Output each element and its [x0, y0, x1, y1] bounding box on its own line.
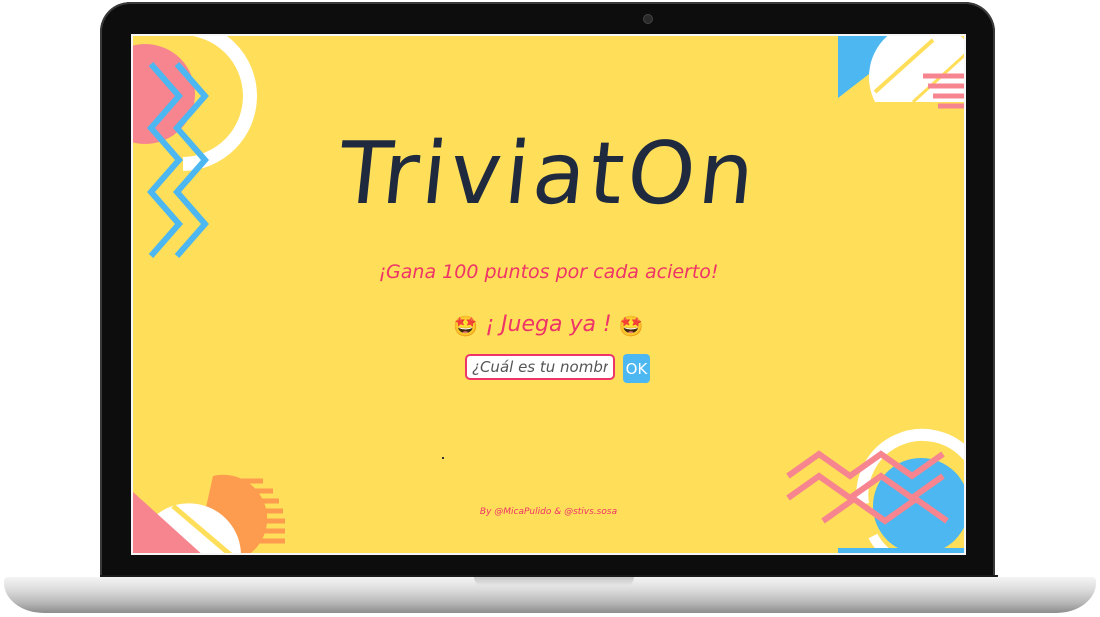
bottom-right-decoration: [786, 428, 964, 553]
play-call-to-action: 🤩 ¡ Juega ya ! 🤩: [133, 312, 964, 338]
top-right-decoration: [838, 36, 964, 109]
name-input[interactable]: [465, 354, 615, 380]
ok-button[interactable]: OK: [623, 354, 650, 383]
background-decorations: [133, 36, 964, 553]
name-form: OK: [465, 354, 650, 384]
credits: By @MicaPulido & @stivs.sosa: [479, 507, 618, 517]
app-screen: TriviatOn ¡Gana 100 puntos por cada acie…: [131, 34, 966, 555]
camera-icon: [644, 15, 652, 23]
laptop-base: [4, 577, 1096, 613]
tagline: ¡Gana 100 puntos por cada acierto!: [378, 261, 719, 283]
play-text: ¡ Juega ya !: [485, 312, 612, 337]
star-eyes-emoji-icon: 🤩: [453, 314, 479, 338]
stray-dot: [442, 457, 444, 459]
star-eyes-emoji-icon: 🤩: [618, 314, 644, 338]
laptop-notch: [474, 577, 634, 586]
app-title: TriviatOn: [333, 124, 764, 224]
